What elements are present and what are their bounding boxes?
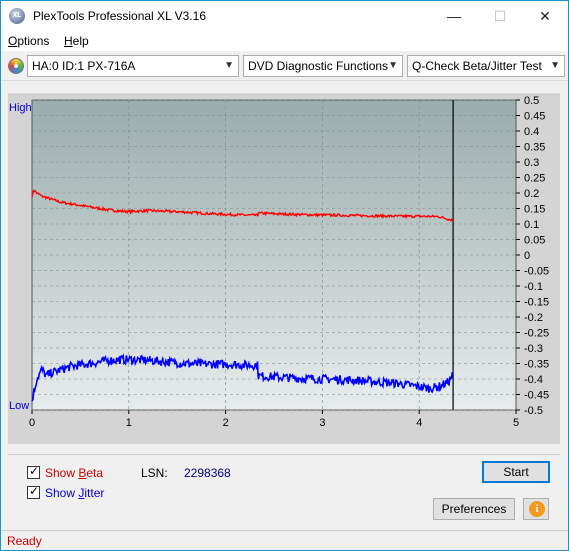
show-jitter-text: Show Jitter [45, 486, 105, 500]
disc-drive-icon [8, 58, 24, 74]
y-tick-label: 0.15 [524, 204, 545, 216]
y-tick-label: -0.5 [524, 405, 543, 417]
y-tick-label: 0.4 [524, 126, 539, 138]
menu-bar: Options Help [1, 31, 568, 51]
y-tick-label: -0.1 [524, 281, 543, 293]
chevron-down-icon: ▼ [224, 60, 234, 71]
chart-panel: High Low 0.5 0.45 0.4 0.35 0.3 0.25 0.2 0.15 0.1… [8, 93, 560, 444]
controls-panel: Show Beta Show Jitter LSN: 2298368 Start… [8, 454, 560, 526]
preferences-button[interactable]: Preferences [433, 498, 515, 520]
close-button[interactable]: ✕ [522, 1, 568, 31]
menu-help-accel: H [64, 34, 73, 48]
y-tick-label: -0.05 [524, 266, 549, 278]
y-tick-label: 0 [524, 250, 530, 262]
y-tick-label: 0.45 [524, 111, 545, 123]
x-tick-label: 4 [416, 417, 422, 429]
y-tick-label: 0.25 [524, 173, 545, 185]
status-text: Ready [7, 534, 42, 548]
y-tick-label: 0.5 [524, 95, 539, 107]
y-tick-label: 0.2 [524, 188, 539, 200]
y-tick-label: -0.3 [524, 343, 543, 355]
app-window: XL PlexTools Professional XL V3.16 — ☐ ✕… [0, 0, 569, 551]
y-tick-label: -0.2 [524, 312, 543, 324]
x-tick-label: 0 [29, 417, 35, 429]
y-tick-label: 0.05 [524, 235, 545, 247]
chevron-down-icon: ▼ [388, 60, 398, 71]
y-tick-label: -0.4 [524, 374, 543, 386]
show-beta-text: Show Beta [45, 466, 104, 480]
x-tick-label: 2 [223, 417, 229, 429]
x-tick-label: 1 [126, 417, 132, 429]
x-tick-label: 5 [513, 417, 519, 429]
y-tick-label: -0.25 [524, 328, 549, 340]
drive-select[interactable]: HA:0 ID:1 PX-716A ▼ [27, 55, 239, 77]
y-tick-label: 0.35 [524, 142, 545, 154]
function-select[interactable]: DVD Diagnostic Functions ▼ [243, 55, 403, 77]
menu-options-rest: ptions [17, 34, 50, 48]
status-bar: Ready [1, 530, 568, 550]
maximize-button[interactable]: ☐ [477, 1, 523, 31]
window-title: PlexTools Professional XL V3.16 [33, 9, 206, 23]
menu-help-rest: elp [72, 34, 89, 48]
drive-select-value: HA:0 ID:1 PX-716A [32, 59, 136, 73]
y-tick-label: -0.45 [524, 390, 549, 402]
y-tick-label: 0.1 [524, 219, 539, 231]
show-beta-checkbox[interactable] [27, 464, 40, 479]
y-tick-label: -0.15 [524, 297, 549, 309]
test-select-value: Q-Check Beta/Jitter Test [412, 59, 542, 73]
show-jitter-label[interactable]: Show Jitter [45, 486, 104, 500]
start-button[interactable]: Start [482, 461, 550, 483]
beta-jitter-chart: 0.5 0.45 0.4 0.35 0.3 0.25 0.2 0.15 0.1 0.05 0 -0.0… [29, 95, 549, 429]
show-beta-label[interactable]: Show Beta [45, 466, 103, 480]
lsn-label: LSN: [141, 466, 168, 480]
menu-options[interactable]: Options [8, 34, 49, 48]
toolbar: HA:0 ID:1 PX-716A ▼ DVD Diagnostic Funct… [1, 51, 568, 81]
info-button[interactable]: i [523, 498, 549, 520]
title-bar: XL PlexTools Professional XL V3.16 — ☐ ✕ [1, 1, 568, 31]
minimize-button[interactable]: — [431, 1, 477, 31]
menu-help[interactable]: Help [64, 34, 89, 48]
plextools-logo-icon: XL [9, 8, 25, 24]
y-tick-label: 0.3 [524, 157, 539, 169]
info-icon: i [529, 501, 545, 517]
chevron-down-icon: ▼ [550, 60, 560, 71]
test-select[interactable]: Q-Check Beta/Jitter Test ▼ [407, 55, 565, 77]
function-select-value: DVD Diagnostic Functions [248, 59, 389, 73]
show-jitter-checkbox[interactable] [27, 484, 40, 499]
lsn-value: 2298368 [184, 466, 231, 480]
y-tick-label: -0.35 [524, 359, 549, 371]
menu-options-accel: O [8, 34, 18, 48]
x-tick-label: 3 [319, 417, 325, 429]
